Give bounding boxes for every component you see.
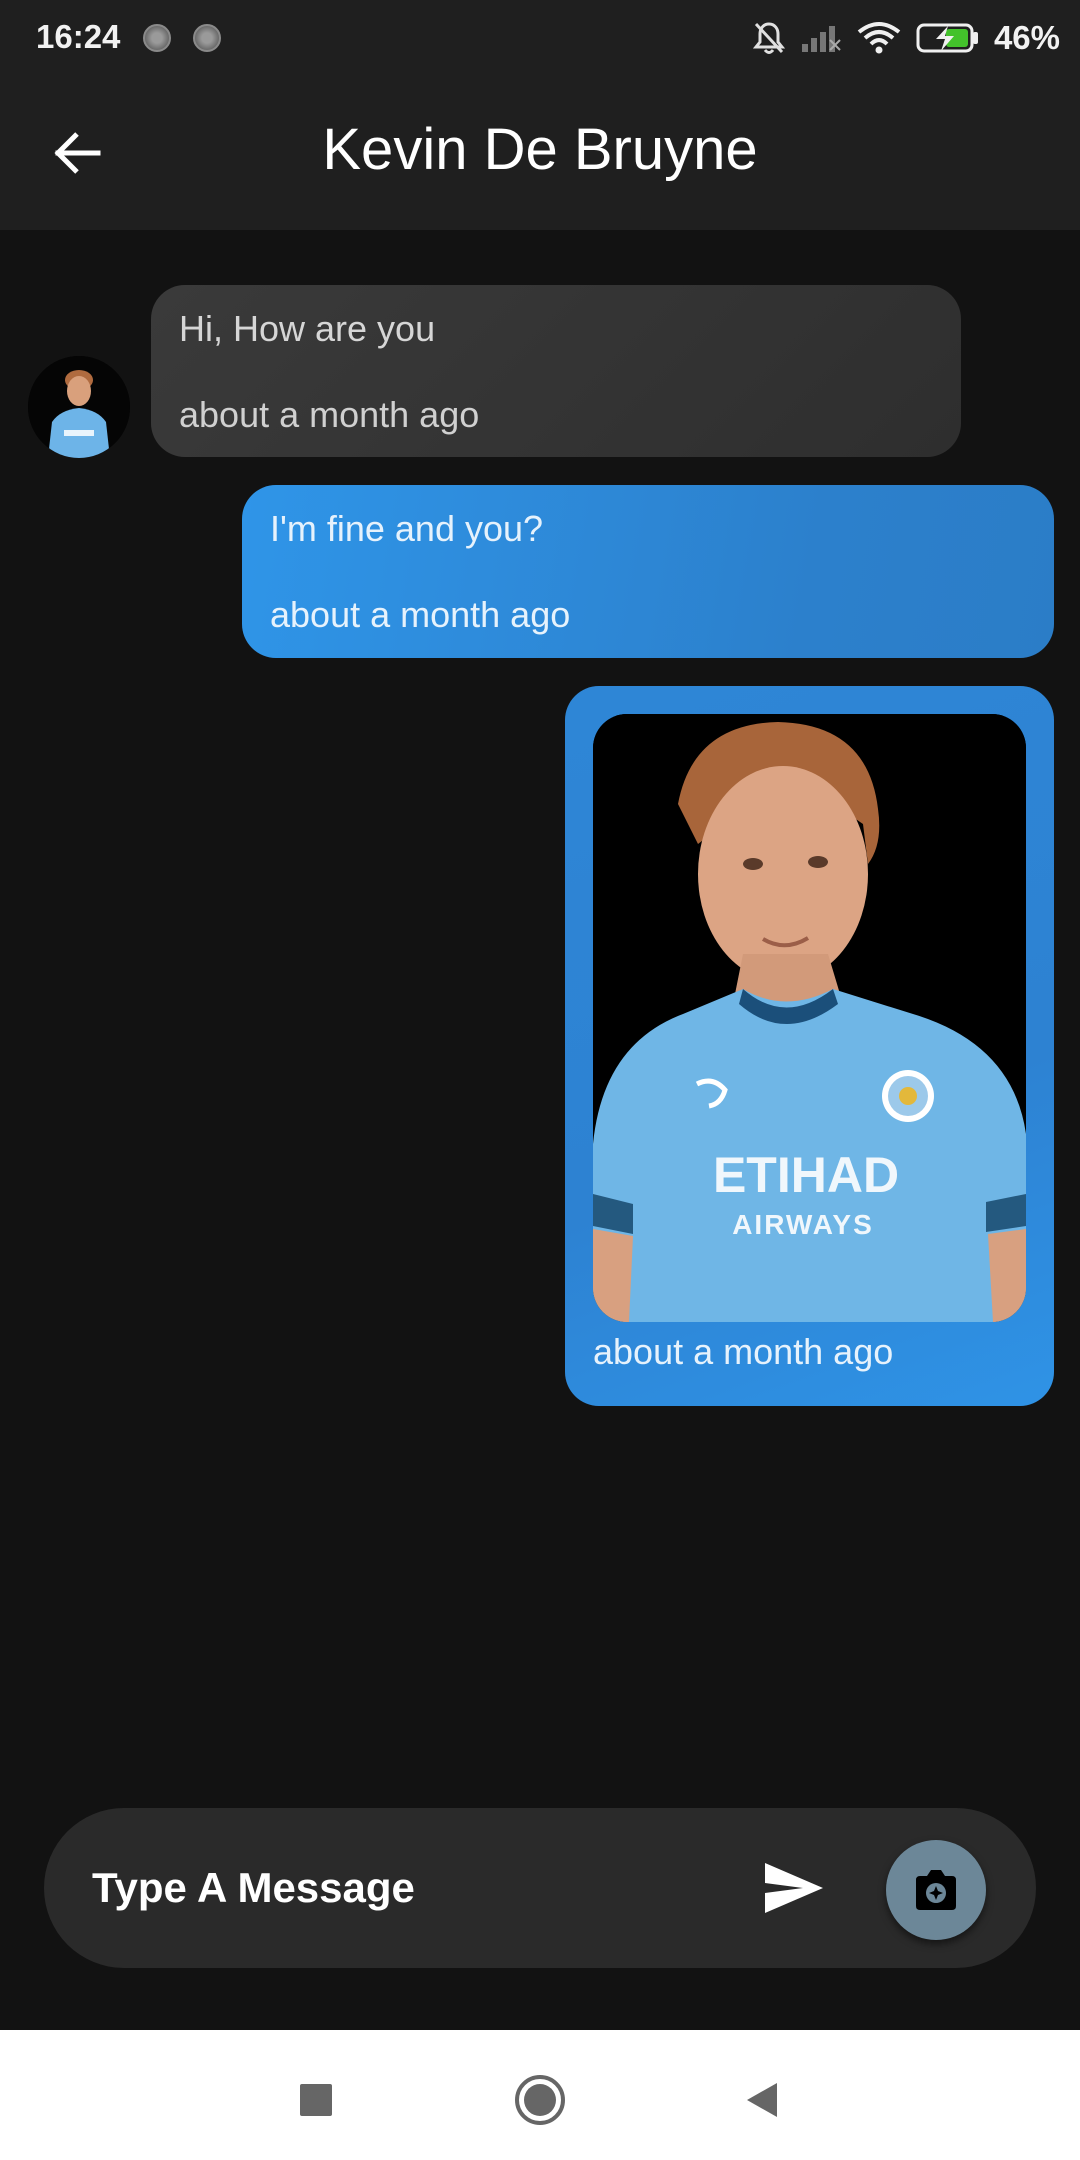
avatar-image bbox=[28, 356, 130, 458]
notification-dot-icon bbox=[143, 24, 171, 52]
notifications-off-icon bbox=[752, 22, 786, 54]
page-title: Kevin De Bruyne bbox=[322, 117, 758, 182]
photo-image: ETIHAD AIRWAYS bbox=[593, 714, 1026, 1322]
message-text: Hi, How are you bbox=[179, 308, 436, 349]
message-composer bbox=[44, 1808, 1036, 1968]
camera-button[interactable] bbox=[886, 1840, 986, 1940]
message-input[interactable] bbox=[92, 1862, 732, 1914]
home-button[interactable] bbox=[510, 2070, 570, 2130]
home-circle-icon bbox=[515, 2075, 565, 2125]
battery-percent: 46% bbox=[993, 19, 1060, 56]
message-bubble-received[interactable]: Hi, How are you about a month ago bbox=[151, 285, 961, 457]
status-time: 16:24 bbox=[36, 18, 121, 55]
message-timestamp: about a month ago bbox=[593, 1331, 894, 1372]
wifi-icon bbox=[857, 22, 901, 54]
message-bubble-sent[interactable]: I'm fine and you? about a month ago bbox=[242, 485, 1054, 658]
back-triangle-icon bbox=[747, 2083, 777, 2117]
system-nav-bar bbox=[0, 2030, 1080, 2160]
recents-square-icon bbox=[300, 2084, 332, 2116]
image-message-bubble[interactable]: ETIHAD AIRWAYS about a month ago bbox=[565, 686, 1054, 1406]
send-icon bbox=[765, 1863, 823, 1913]
message-timestamp: about a month ago bbox=[270, 594, 571, 635]
status-bar: 16:24 46% bbox=[0, 0, 1080, 76]
recents-button[interactable] bbox=[286, 2070, 346, 2130]
back-nav-button[interactable] bbox=[732, 2070, 792, 2130]
notification-dot-icon bbox=[193, 24, 221, 52]
signal-icon bbox=[801, 26, 841, 52]
battery-charging-icon bbox=[916, 23, 978, 53]
svg-text:AIRWAYS: AIRWAYS bbox=[732, 1209, 874, 1240]
message-timestamp: about a month ago bbox=[179, 394, 480, 435]
svg-text:ETIHAD: ETIHAD bbox=[713, 1147, 899, 1203]
camera-icon bbox=[916, 1870, 956, 1910]
send-button[interactable] bbox=[756, 1854, 832, 1922]
message-text: I'm fine and you? bbox=[270, 508, 544, 549]
message-photo[interactable]: ETIHAD AIRWAYS bbox=[593, 714, 1026, 1322]
chat-screen: 16:24 46% Kevin De Bruyne Hi, How are yo… bbox=[0, 0, 1080, 2160]
avatar[interactable] bbox=[28, 356, 130, 458]
app-bar: Kevin De Bruyne bbox=[0, 76, 1080, 230]
status-icons: 46% bbox=[752, 14, 1060, 62]
